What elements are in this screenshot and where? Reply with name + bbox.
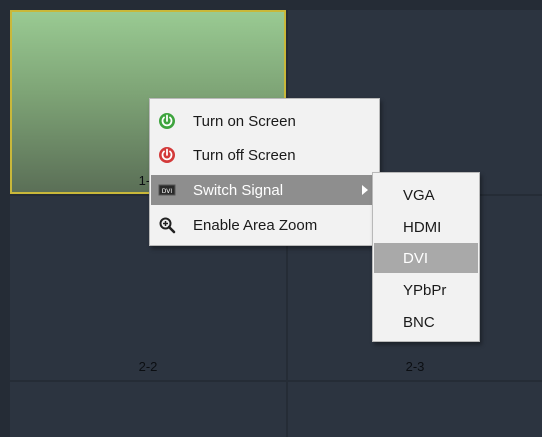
submenu-item-label: DVI xyxy=(403,249,429,267)
zoom-in-icon xyxy=(158,216,176,234)
menu-item-enable-area-zoom[interactable]: Enable Area Zoom xyxy=(151,210,378,240)
submenu-item-label: HDMI xyxy=(403,218,442,236)
submenu-arrow-icon xyxy=(362,185,368,195)
context-menu: Turn on Screen Turn off Screen DVI Switc… xyxy=(149,98,380,246)
submenu-item-dvi[interactable]: DVI xyxy=(374,243,478,273)
screen-cell-3-2[interactable] xyxy=(288,382,542,437)
submenu-item-vga[interactable]: VGA xyxy=(374,180,478,210)
menu-item-turn-off-screen[interactable]: Turn off Screen xyxy=(151,140,378,170)
dvi-icon: DVI xyxy=(158,181,176,199)
menu-item-label: Enable Area Zoom xyxy=(193,216,318,234)
screen-cell-label: 2-3 xyxy=(405,359,425,374)
submenu-item-hdmi[interactable]: HDMI xyxy=(374,212,478,242)
svg-text:DVI: DVI xyxy=(162,188,173,195)
menu-item-label: Switch Signal xyxy=(193,181,284,199)
menu-item-turn-on-screen[interactable]: Turn on Screen xyxy=(151,106,378,136)
submenu-item-bnc[interactable]: BNC xyxy=(374,307,478,337)
power-on-icon xyxy=(158,112,176,130)
screen-cell-label: 2-2 xyxy=(138,359,158,374)
submenu-item-label: VGA xyxy=(403,186,435,204)
screen-cell-3-1[interactable] xyxy=(10,382,286,437)
submenu-item-ypbpr[interactable]: YPbPr xyxy=(374,275,478,305)
menu-item-label: Turn off Screen xyxy=(193,146,296,164)
submenu-item-label: BNC xyxy=(403,313,435,331)
menu-item-switch-signal[interactable]: DVI Switch Signal xyxy=(151,175,378,205)
submenu-item-label: YPbPr xyxy=(403,281,447,299)
menu-item-label: Turn on Screen xyxy=(193,112,296,130)
power-off-icon xyxy=(158,146,176,164)
signal-submenu: VGA HDMI DVI YPbPr BNC xyxy=(372,172,480,342)
